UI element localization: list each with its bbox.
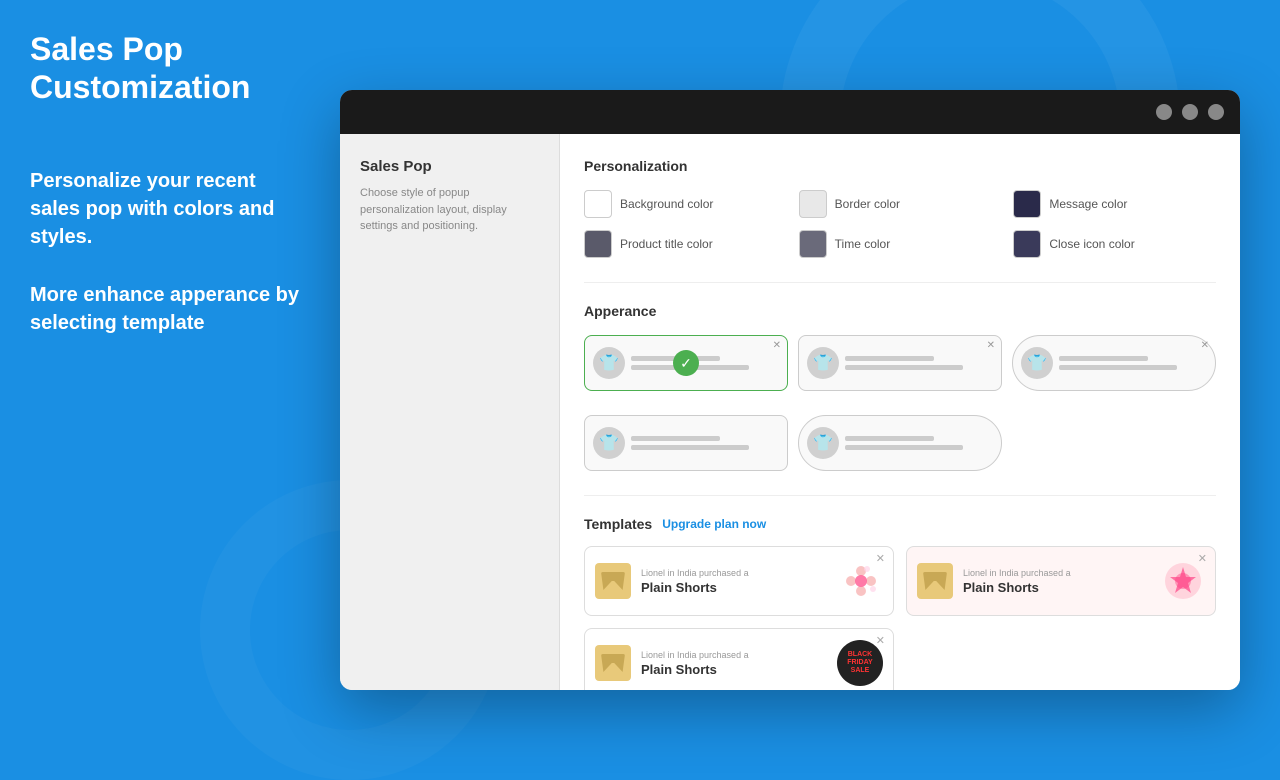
- message-color-label: Message color: [1049, 197, 1127, 211]
- lines-2: [845, 356, 993, 370]
- appearance-template-3[interactable]: ✕ 👕: [1012, 335, 1216, 391]
- line: [845, 436, 934, 441]
- template-3-close[interactable]: ✕: [876, 634, 885, 647]
- tshirt-icon-3: 👕: [1021, 347, 1053, 379]
- templates-grid: ✕ Lionel in India purchased a Plain Shor…: [584, 546, 1216, 690]
- selected-check-badge: ✓: [673, 350, 699, 376]
- window-btn-1[interactable]: [1156, 104, 1172, 120]
- window-btn-2[interactable]: [1182, 104, 1198, 120]
- sidebar-title: Sales Pop: [360, 158, 539, 175]
- color-item-product-title: Product title color: [584, 230, 787, 258]
- template-card-1[interactable]: ✕ Lionel in India purchased a Plain Shor…: [584, 546, 894, 616]
- line: [631, 436, 720, 441]
- template-2-name: Plain Shorts: [963, 580, 1151, 595]
- lines-1: [631, 356, 779, 370]
- appearance-template-1-close[interactable]: ✕: [773, 340, 781, 351]
- upgrade-link[interactable]: Upgrade plan now: [662, 517, 766, 531]
- product-title-color-swatch[interactable]: [584, 230, 612, 258]
- template-3-text: Lionel in India purchased a Plain Shorts: [641, 650, 827, 677]
- color-item-background: Background color: [584, 190, 787, 218]
- template-1-image: [595, 563, 631, 599]
- lines-5: [845, 436, 993, 450]
- template-3-name: Plain Shorts: [641, 662, 827, 677]
- window-body: Sales Pop Choose style of popup personal…: [340, 134, 1240, 690]
- tshirt-icon-5: 👕: [807, 427, 839, 459]
- appearance-template-1[interactable]: ✕ 👕 ✓: [584, 335, 788, 391]
- appearance-template-2[interactable]: ✕ 👕: [798, 335, 1002, 391]
- template-2-image: [917, 563, 953, 599]
- template-2-badge: [1161, 559, 1205, 603]
- sidebar-desc: Choose style of popup personalization la…: [360, 185, 539, 235]
- appearance-template-5[interactable]: 👕: [798, 415, 1002, 471]
- appearance-empty-slot: [1012, 415, 1216, 471]
- color-item-time: Time color: [799, 230, 1002, 258]
- divider-1: [584, 282, 1216, 283]
- tshirt-icon-2: 👕: [807, 347, 839, 379]
- personalization-title: Personalization: [584, 158, 1216, 174]
- content-area: Personalization Background color Border …: [560, 134, 1240, 690]
- template-1-name: Plain Shorts: [641, 580, 829, 595]
- template-3-purchased: Lionel in India purchased a: [641, 650, 827, 660]
- line: [1059, 356, 1148, 361]
- appearance-template-3-close[interactable]: ✕: [1201, 340, 1209, 351]
- appearance-template-2-close[interactable]: ✕: [987, 340, 995, 351]
- template-2-purchased: Lionel in India purchased a: [963, 568, 1151, 578]
- background-color-label: Background color: [620, 197, 713, 211]
- appearance-template-4[interactable]: 👕: [584, 415, 788, 471]
- window-titlebar: [340, 90, 1240, 134]
- template-1-text: Lionel in India purchased a Plain Shorts: [641, 568, 829, 595]
- time-color-swatch[interactable]: [799, 230, 827, 258]
- appearance-grid-row1: ✕ 👕 ✓ ✕ 👕: [584, 335, 1216, 391]
- template-1-purchased: Lionel in India purchased a: [641, 568, 829, 578]
- window-sidebar: Sales Pop Choose style of popup personal…: [340, 134, 560, 690]
- main-window: Sales Pop Choose style of popup personal…: [340, 90, 1240, 690]
- line: [845, 356, 934, 361]
- color-item-close-icon: Close icon color: [1013, 230, 1216, 258]
- left-desc-2: More enhance apperance by selecting temp…: [30, 281, 310, 337]
- product-title-color-label: Product title color: [620, 237, 713, 251]
- lines-4: [631, 436, 779, 450]
- line: [631, 445, 749, 450]
- template-3-image: [595, 645, 631, 681]
- left-desc-1: Personalize your recent sales pop with c…: [30, 167, 310, 251]
- color-item-message: Message color: [1013, 190, 1216, 218]
- shorts-shape-2: [923, 572, 947, 590]
- background-color-swatch[interactable]: [584, 190, 612, 218]
- template-1-badge: [839, 559, 883, 603]
- divider-2: [584, 495, 1216, 496]
- close-icon-color-swatch[interactable]: [1013, 230, 1041, 258]
- line: [845, 445, 963, 450]
- lines-3: [1059, 356, 1207, 370]
- templates-title: Templates: [584, 516, 652, 532]
- appearance-grid-row2: 👕 👕: [584, 415, 1216, 471]
- message-color-swatch[interactable]: [1013, 190, 1041, 218]
- time-color-label: Time color: [835, 237, 891, 251]
- template-2-close[interactable]: ✕: [1198, 552, 1207, 565]
- template-card-2[interactable]: ✕ Lionel in India purchased a Plain Shor…: [906, 546, 1216, 616]
- tshirt-icon-1: 👕: [593, 347, 625, 379]
- template-2-text: Lionel in India purchased a Plain Shorts: [963, 568, 1151, 595]
- shorts-shape-1: [601, 572, 625, 590]
- templates-header: Templates Upgrade plan now: [584, 516, 1216, 532]
- template-1-close[interactable]: ✕: [876, 552, 885, 565]
- template-card-3[interactable]: ✕ Lionel in India purchased a Plain Shor…: [584, 628, 894, 690]
- tshirt-icon-4: 👕: [593, 427, 625, 459]
- page-title: Sales Pop Customization: [30, 30, 310, 107]
- close-icon-color-label: Close icon color: [1049, 237, 1134, 251]
- border-color-swatch[interactable]: [799, 190, 827, 218]
- window-btn-3[interactable]: [1208, 104, 1224, 120]
- appearance-title: Apperance: [584, 303, 1216, 319]
- color-item-border: Border color: [799, 190, 1002, 218]
- color-grid: Background color Border color Message co…: [584, 190, 1216, 258]
- shorts-shape-3: [601, 654, 625, 672]
- line: [1059, 365, 1177, 370]
- line: [845, 365, 963, 370]
- left-panel: Sales Pop Customization Personalize your…: [0, 0, 340, 720]
- border-color-label: Border color: [835, 197, 900, 211]
